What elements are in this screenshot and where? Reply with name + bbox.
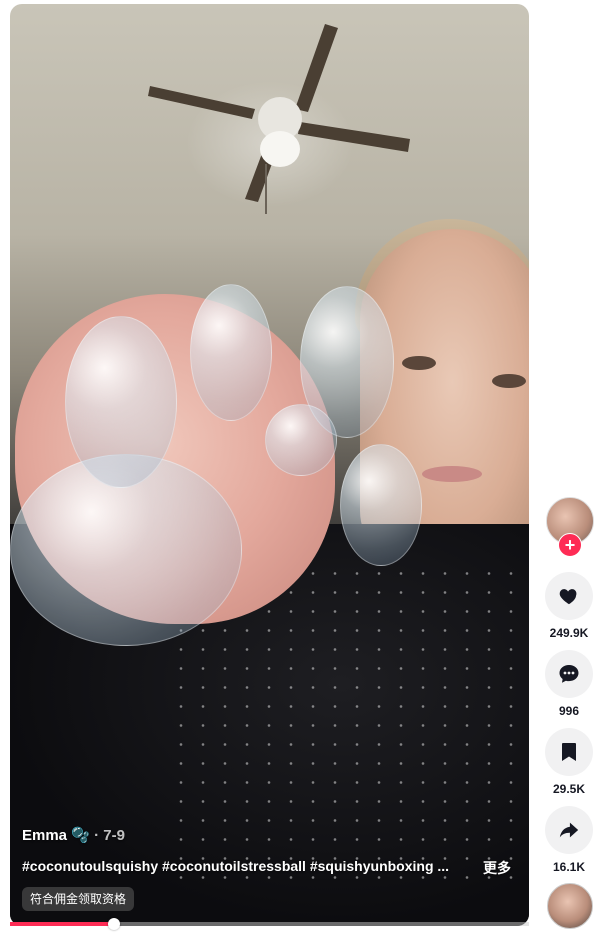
more-button[interactable]: 更多 — [483, 858, 511, 878]
progress-knob[interactable] — [107, 918, 120, 930]
post-date: · 7-9 — [94, 827, 125, 844]
comment-count: 996 — [558, 704, 580, 718]
author-name[interactable]: Emma — [22, 827, 67, 844]
squishy-ball — [190, 284, 272, 421]
comment-button[interactable] — [545, 650, 593, 698]
squishy-ball — [265, 404, 337, 476]
save-count: 29.5K — [552, 782, 586, 796]
author-emoji: 🫧 — [71, 827, 90, 844]
author-line[interactable]: Emma 🫧 · 7-9 — [22, 826, 125, 844]
progress-bar[interactable] — [10, 918, 529, 930]
share-icon — [559, 822, 579, 838]
progress-fill — [10, 922, 114, 926]
video-player[interactable] — [10, 4, 529, 926]
person-eye — [402, 356, 436, 370]
share-count: 16.1K — [552, 860, 586, 874]
commission-badge: 符合佣金领取资格 — [22, 887, 135, 911]
follow-button[interactable]: + — [558, 533, 582, 557]
comment-icon — [559, 665, 579, 683]
ceiling-fan-image — [148, 24, 410, 214]
share-button[interactable] — [545, 806, 593, 854]
person-mouth — [422, 466, 482, 482]
person-eye — [492, 374, 526, 388]
squishy-ball — [340, 444, 422, 566]
bookmark-icon — [562, 743, 576, 761]
squishy-ball — [65, 316, 177, 488]
like-count: 249.9K — [549, 626, 589, 640]
music-disc[interactable] — [547, 883, 593, 929]
heart-icon — [559, 589, 577, 605]
save-button[interactable] — [545, 728, 593, 776]
video-description[interactable]: #coconutoulsquishy #coconutoilstressball… — [22, 858, 452, 874]
like-button[interactable] — [545, 572, 593, 620]
